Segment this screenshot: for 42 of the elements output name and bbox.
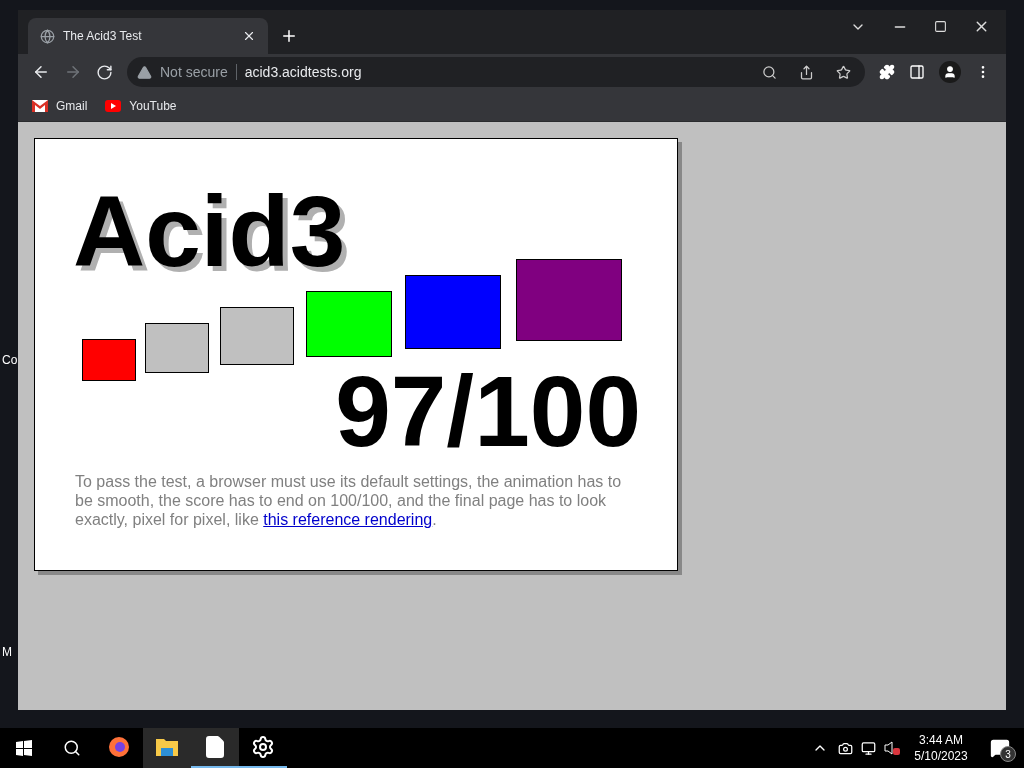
mail-icon bbox=[32, 99, 48, 112]
search-icon[interactable] bbox=[762, 64, 777, 80]
tab-title: The Acid3 Test bbox=[63, 28, 143, 45]
side-panel-icon[interactable] bbox=[909, 64, 925, 80]
reload-icon[interactable] bbox=[96, 63, 113, 81]
play-icon bbox=[105, 99, 122, 112]
test-heading: Acid3 bbox=[73, 181, 346, 281]
notification-count: 3 bbox=[1000, 746, 1016, 762]
instructions-text: To pass the test, a browser must use its default settings, the animation has to be smooth, the score has to end on 100/100, and the final page has to look exactly, pixel for pixel, like this reference rendering. bbox=[75, 472, 623, 529]
extensions-icon[interactable] bbox=[879, 64, 895, 80]
bookmark[interactable]: Gmail bbox=[32, 96, 88, 115]
settings-icon bbox=[251, 735, 275, 759]
profile-icon[interactable] bbox=[939, 61, 961, 83]
firefox-icon bbox=[107, 735, 131, 759]
search-icon[interactable] bbox=[63, 739, 81, 757]
desktop-icon-label: Co bbox=[2, 354, 18, 366]
warning-icon bbox=[137, 64, 152, 80]
globe-icon bbox=[40, 28, 55, 44]
url-text: acid3.acidtests.org bbox=[244, 62, 363, 82]
forward-icon[interactable] bbox=[64, 63, 82, 81]
desktop-icon-label: M bbox=[2, 646, 13, 658]
document-icon bbox=[203, 735, 227, 759]
folder-icon bbox=[155, 736, 179, 758]
muted-speaker-icon[interactable] bbox=[884, 740, 900, 756]
bookmark[interactable]: YouTube bbox=[105, 96, 177, 115]
new-tab-icon[interactable] bbox=[280, 27, 298, 45]
taskbar-app[interactable] bbox=[191, 728, 239, 768]
star-icon[interactable] bbox=[836, 64, 851, 80]
taskbar-app[interactable] bbox=[143, 728, 191, 768]
camera-icon[interactable] bbox=[838, 740, 853, 756]
clock[interactable]: 3:44 AM 5/10/2023 bbox=[910, 732, 972, 764]
back-icon[interactable] bbox=[32, 63, 50, 81]
security-label: Not secure bbox=[160, 62, 228, 82]
close-tab-icon[interactable] bbox=[242, 29, 256, 43]
score-text: 97/100 bbox=[335, 361, 641, 461]
maximize-icon[interactable] bbox=[934, 20, 947, 33]
start-icon[interactable] bbox=[16, 740, 32, 756]
browser-tab[interactable]: The Acid3 Test bbox=[28, 18, 268, 54]
reference-link[interactable]: this reference rendering bbox=[263, 511, 433, 528]
share-icon[interactable] bbox=[799, 64, 814, 80]
address-bar[interactable]: Not secure acid3.acidtests.org bbox=[127, 57, 865, 87]
network-icon[interactable] bbox=[861, 740, 876, 756]
